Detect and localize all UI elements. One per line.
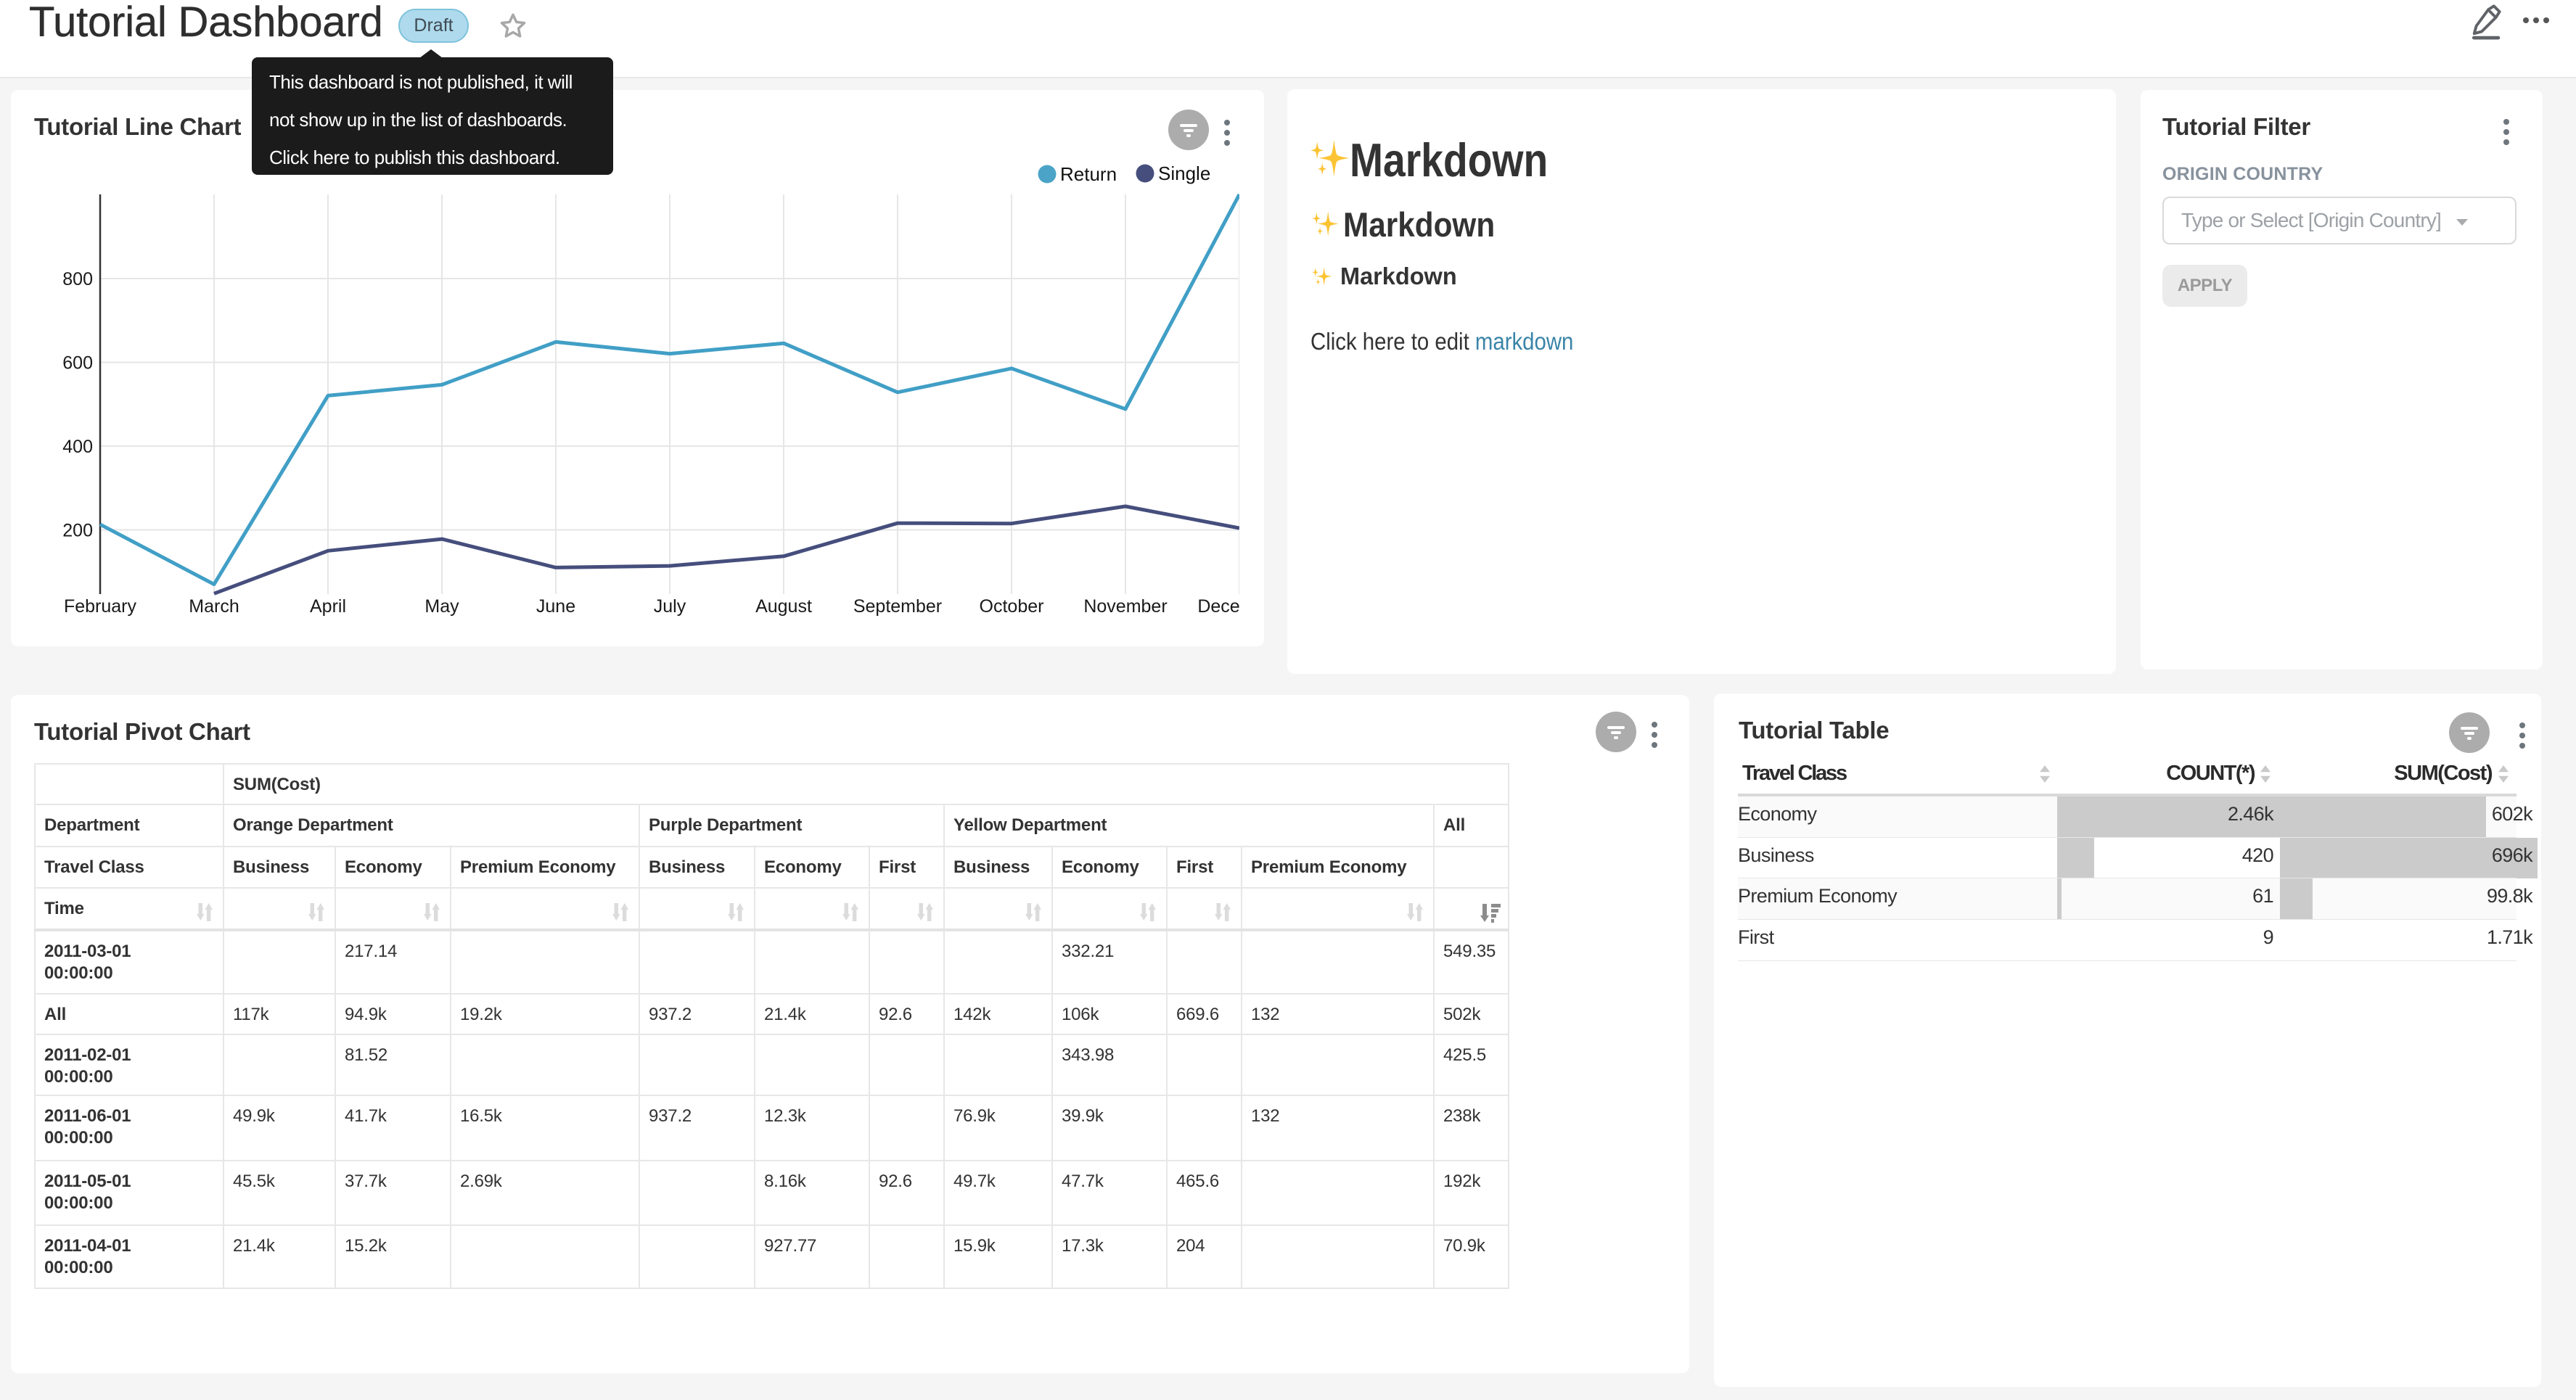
svg-text:September: September (853, 596, 942, 617)
svg-text:December: December (1197, 596, 1264, 617)
svg-text:Return: Return (1060, 163, 1117, 185)
svg-text:800: 800 (62, 269, 93, 289)
svg-text:March: March (189, 596, 239, 617)
svg-text:October: October (980, 596, 1044, 617)
svg-text:July: July (654, 596, 686, 617)
svg-text:400: 400 (62, 437, 93, 457)
svg-text:600: 600 (62, 353, 93, 374)
svg-text:April: April (310, 596, 346, 617)
svg-text:200: 200 (62, 521, 93, 541)
svg-text:Single: Single (1158, 162, 1210, 184)
svg-text:November: November (1083, 596, 1167, 617)
svg-text:May: May (424, 596, 459, 617)
svg-text:June: June (536, 596, 575, 617)
svg-text:February: February (64, 596, 137, 617)
svg-text:August: August (755, 596, 812, 617)
